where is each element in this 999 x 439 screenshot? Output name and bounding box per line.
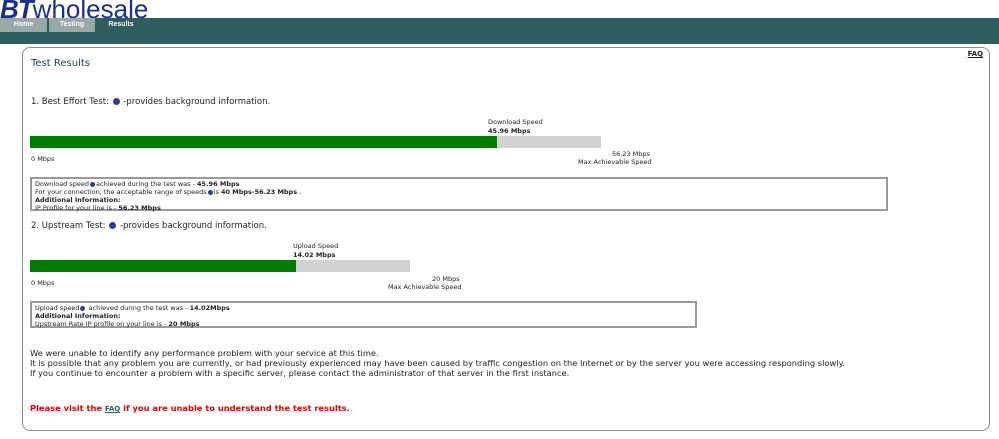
faq-notice-link[interactable]: FAQ <box>105 405 120 413</box>
info-icon[interactable] <box>90 181 96 187</box>
download-info-line-1: Download speed achieved during the test w… <box>35 180 883 188</box>
value: 45.96 Mbps <box>197 180 240 188</box>
text: Upstream Rate IP profile on your line is… <box>35 320 169 328</box>
info-icon[interactable] <box>112 98 120 105</box>
text: is <box>213 188 221 196</box>
message-line-1: We were unable to identify any performan… <box>30 348 379 358</box>
text: Upload speed <box>35 304 80 312</box>
download-speed-label: Download Speed <box>488 118 543 126</box>
upload-heading: 2. Upstream Test: -provides background i… <box>31 221 267 231</box>
bt-wholesale-logo: BTwholesale <box>0 0 148 20</box>
download-info-line-2: For your connection, the acceptable rang… <box>35 188 883 196</box>
upload-heading-label: 2. Upstream Test: <box>31 221 106 231</box>
logo-wholesale: wholesale <box>32 0 149 20</box>
download-min-label: 0 Mbps <box>31 155 55 163</box>
faq-notice: Please visit the FAQ if you are unable t… <box>30 403 350 413</box>
info-icon[interactable] <box>109 222 117 229</box>
text: . <box>297 188 302 196</box>
download-info-box: Download speed achieved during the test w… <box>30 177 888 212</box>
upload-max-label: Max Achievable Speed <box>388 283 462 291</box>
value: 56.23 Mbps <box>118 204 161 212</box>
upload-info-box: Upload speed achieved during the test wa… <box>30 301 697 328</box>
text: achieved during the test was - <box>86 304 190 312</box>
download-heading: 1. Best Effort Test: -provides backgroun… <box>31 97 270 107</box>
nav-bar <box>0 18 999 32</box>
tab-testing[interactable]: Testing <box>49 18 95 32</box>
upload-heading-desc: -provides background information. <box>119 221 267 231</box>
message-line-3: If you continue to encounter a problem w… <box>30 368 570 378</box>
upload-additional-info: Additional Information: <box>35 312 121 320</box>
download-info-line-4: IP Profile for your line is - 56.23 Mbps <box>35 204 883 212</box>
download-additional-info: Additional Information: <box>35 196 121 204</box>
text: For your connection, the acceptable rang… <box>35 188 207 196</box>
download-heading-label: 1. Best Effort Test: <box>31 97 109 107</box>
upload-bar-fill <box>30 260 296 272</box>
message-line-2: It is possible that any problem you are … <box>30 358 845 368</box>
faq-link[interactable]: FAQ <box>968 50 983 58</box>
nav-strip <box>0 32 999 44</box>
page-title: Test Results <box>31 58 90 69</box>
value: 20 Mbps <box>168 320 200 328</box>
tab-results[interactable]: Results <box>98 18 144 32</box>
text: Download speed <box>35 180 90 188</box>
value: 14.02Mbps <box>189 304 230 312</box>
download-max-label: Max Achievable Speed <box>578 158 652 166</box>
download-bar-fill <box>30 136 497 148</box>
logo-bt: BT <box>0 0 34 20</box>
faq-notice-suffix: if you are unable to understand the test… <box>120 403 350 413</box>
value: 40 Mbps-56.23 Mbps <box>220 188 298 196</box>
upload-speed-value: 14.02 Mbps <box>293 251 336 259</box>
download-speed-value: 45.96 Mbps <box>488 127 531 135</box>
faq-notice-prefix: Please visit the <box>30 403 105 413</box>
upload-min-label: 0 Mbps <box>31 279 55 287</box>
download-heading-desc: -provides background information. <box>123 97 271 107</box>
upload-max-value: 20 Mbps <box>432 275 460 283</box>
text: IP Profile for your line is - <box>35 204 119 212</box>
upload-info-line-3: Upstream Rate IP profile on your line is… <box>35 320 692 328</box>
upload-speed-label: Upload Speed <box>293 242 339 250</box>
upload-info-line-1: Upload speed achieved during the test wa… <box>35 304 692 312</box>
download-max-value: 56.23 Mbps <box>612 150 650 158</box>
text: achieved during the test was - <box>96 180 198 188</box>
info-icon[interactable] <box>207 189 213 195</box>
info-icon[interactable] <box>80 305 86 311</box>
tab-home[interactable]: Home <box>0 18 47 32</box>
